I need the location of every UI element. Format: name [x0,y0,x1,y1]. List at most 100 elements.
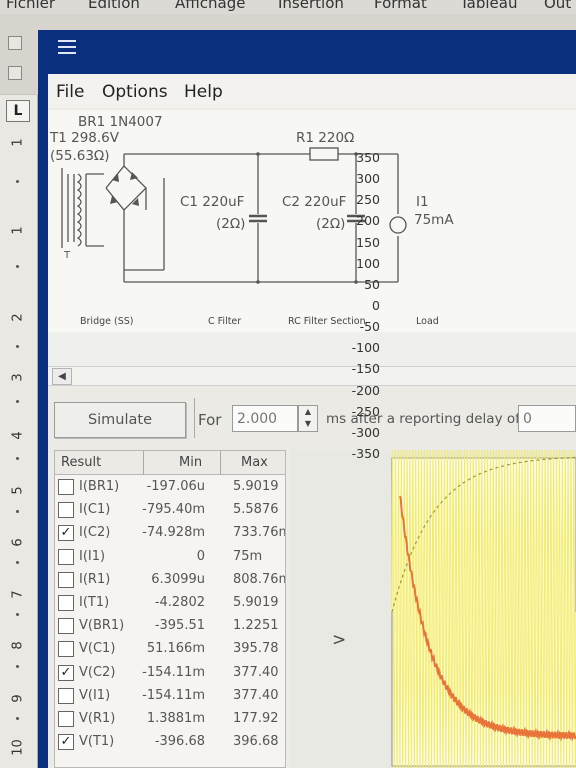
result-name: I(R1) [79,571,111,587]
for-label: For [198,411,222,429]
table-row[interactable]: I(I1) 0 75m [55,546,285,569]
result-checkbox[interactable] [58,641,74,658]
y-tick-label: -200 [351,382,380,398]
bg-menu-outils[interactable]: Out [544,0,571,12]
y-tick-label: 150 [356,234,380,250]
y-tick-label: 100 [356,255,380,271]
table-row[interactable]: ✓ I(C2) -74.928m 733.76m [55,522,285,545]
table-row[interactable]: ✓ V(T1) -396.68 396.68 [55,731,285,754]
transformer-label: T1 298.6V [50,130,120,146]
result-checkbox[interactable]: ✓ [58,664,74,681]
bg-menu-edition[interactable]: Edition [88,0,140,12]
menu-file[interactable]: File [56,82,84,102]
table-row[interactable]: I(C1) -795.40m 5.5876 [55,499,285,522]
plot-canvas [391,450,576,768]
y-tick-label: 0 [372,298,380,313]
result-max: 377.40 [233,687,279,703]
y-tick-label: 350 [356,150,380,165]
app-icon[interactable] [56,38,78,56]
result-name: V(C2) [79,664,116,680]
section-load: Load [416,316,439,327]
y-tick-label: -250 [351,403,380,419]
y-tick-label: 250 [356,192,380,208]
ruler-number: 6 [10,538,26,547]
rectifier-label: BR1 1N4007 [78,114,163,130]
menu-help[interactable]: Help [184,82,223,102]
table-row[interactable]: V(I1) -154.11m 377.40 [55,685,285,708]
y-tick-label: -150 [351,361,380,377]
ruler-dot [16,457,19,460]
header-result[interactable]: Result [61,455,101,470]
result-checkbox[interactable] [58,595,74,611]
result-name: I(BR1) [79,479,120,494]
result-max: 1.2251 [233,618,279,634]
y-tick-label: -50 [359,319,380,335]
result-min: -154.11m [142,687,205,703]
table-row[interactable]: V(C1) 51.166m 395.78 [55,638,285,661]
ruler-number: 10 [10,739,26,756]
result-min: 0 [196,548,205,564]
ruler-number: 1 [10,138,26,147]
bg-menu-fichier[interactable]: Fichier [6,0,55,12]
toolbar-icon[interactable] [8,66,22,80]
header-min[interactable]: Min [179,455,202,470]
table-row[interactable]: I(T1) -4.2802 5.9019 [55,592,285,615]
result-max: 177.92 [233,711,279,726]
spin-down-icon[interactable]: ▼ [299,418,317,430]
ruler-dot [16,180,19,183]
table-row[interactable]: ✓ V(C2) -154.11m 377.40 [55,662,285,685]
circuit-schematic[interactable]: BR1 1N4007 T1 298.6V (55.63Ω) T C1 220uF… [48,110,576,332]
duration-input[interactable] [232,405,298,432]
simulate-button[interactable]: Simulate [54,402,186,438]
result-checkbox[interactable]: ✓ [58,734,74,751]
result-name: V(T1) [79,734,115,750]
waveform-plot[interactable]: > 350 300 250 200 150 100 50 0 -50 -100 -150 -200 -2… [290,150,576,768]
result-min: -395.51 [154,618,205,634]
result-name: I(T1) [79,595,110,610]
bg-menu-insertion[interactable]: Insertion [278,0,344,12]
table-row[interactable]: I(BR1) -197.06u 5.9019 [55,476,285,499]
delay-input[interactable] [518,405,576,432]
table-row[interactable]: V(R1) 1.3881m 177.92 [55,708,285,731]
duration-spinner[interactable]: ▲ ▼ [298,405,318,432]
ruler-number: 9 [10,694,26,703]
result-min: -197.06u [146,479,205,494]
table-row[interactable]: I(R1) 6.3099u 808.76m [55,569,286,592]
result-checkbox[interactable] [58,618,74,635]
toolbar-icon[interactable] [8,36,22,50]
schematic-blank-panel [48,332,576,366]
ruler-dot [16,265,19,268]
ruler-dot [16,345,19,348]
y-tick-label: 50 [364,276,380,292]
result-checkbox[interactable] [58,711,74,727]
result-checkbox[interactable] [58,502,74,519]
bg-menu-tableau[interactable]: Tableau [460,0,518,12]
bg-menu-format[interactable]: Format [374,0,427,12]
result-checkbox[interactable]: ✓ [58,525,74,542]
ruler-tab-selector[interactable]: L [6,100,30,122]
result-min: -4.2802 [154,595,205,610]
result-checkbox[interactable] [58,687,74,704]
section-bridge: Bridge (SS) [80,316,134,327]
result-checkbox[interactable] [58,479,74,495]
horizontal-scrollbar[interactable]: ◀ [48,366,576,386]
ruler-number: 7 [10,590,26,599]
table-row[interactable]: V(BR1) -395.51 1.2251 [55,615,285,638]
bg-menu-affichage[interactable]: Affichage [175,0,245,12]
spin-up-icon[interactable]: ▲ [299,406,317,418]
ruler-dot [16,561,19,564]
result-max: 808.76m [233,571,286,587]
menubar: File Options Help [48,74,576,108]
result-checkbox[interactable] [58,571,74,588]
ruler-dot [16,613,19,616]
ruler-dot [16,510,19,513]
result-max: 5.9019 [233,595,279,610]
result-name: I(C1) [79,502,111,518]
scroll-left-button[interactable]: ◀ [52,368,72,385]
result-min: -396.68 [154,734,205,750]
y-tick-label: -100 [351,340,380,356]
result-checkbox[interactable] [58,548,74,565]
menu-options[interactable]: Options [102,82,168,102]
y-tick-label: 300 [356,171,380,187]
header-max[interactable]: Max [241,455,268,470]
